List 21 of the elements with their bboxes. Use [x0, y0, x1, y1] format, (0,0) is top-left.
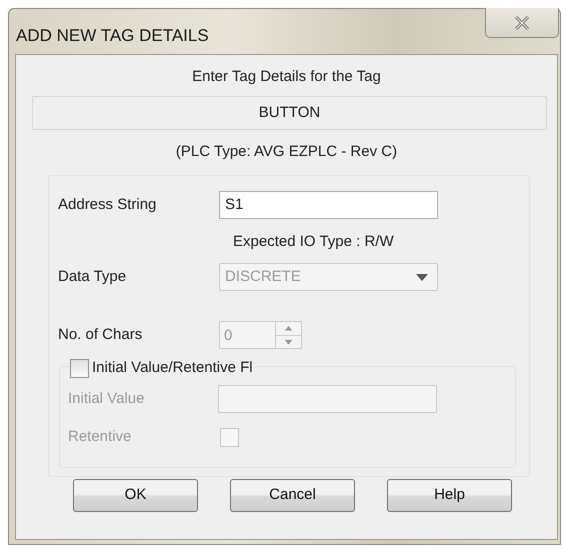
- checkbox[interactable]: [70, 358, 89, 378]
- dialog-button[interactable]: OK: [73, 478, 198, 512]
- dialog-button[interactable]: Cancel: [230, 478, 355, 512]
- close-button[interactable]: [485, 8, 559, 38]
- field-label: No. of Chars: [58, 324, 144, 345]
- field-label: Retentive: [68, 427, 132, 447]
- tag-name-field: BUTTON: [32, 96, 547, 130]
- input-field[interactable]: S1: [219, 191, 438, 219]
- io-type-text: Expected IO Type : R/W: [233, 233, 395, 251]
- heading-text: Enter Tag Details for the Tag: [191, 68, 382, 86]
- field-label: Initial Value: [68, 388, 146, 409]
- close-icon: [513, 14, 531, 30]
- checkbox-label: Initial Value/Retentive Fl: [92, 358, 253, 378]
- dialog-button[interactable]: Help: [387, 478, 512, 512]
- spinner-field: 0: [219, 321, 302, 349]
- dropdown: DISCRETE: [219, 263, 438, 291]
- dropdown-arrow-icon: [416, 274, 428, 280]
- window-title: ADD NEW TAG DETAILS: [16, 25, 209, 47]
- field-label: Data Type: [58, 266, 128, 287]
- plc-type-text: (PLC Type: AVG EZPLC - Rev C): [174, 143, 398, 161]
- field-label: Address String: [58, 194, 158, 215]
